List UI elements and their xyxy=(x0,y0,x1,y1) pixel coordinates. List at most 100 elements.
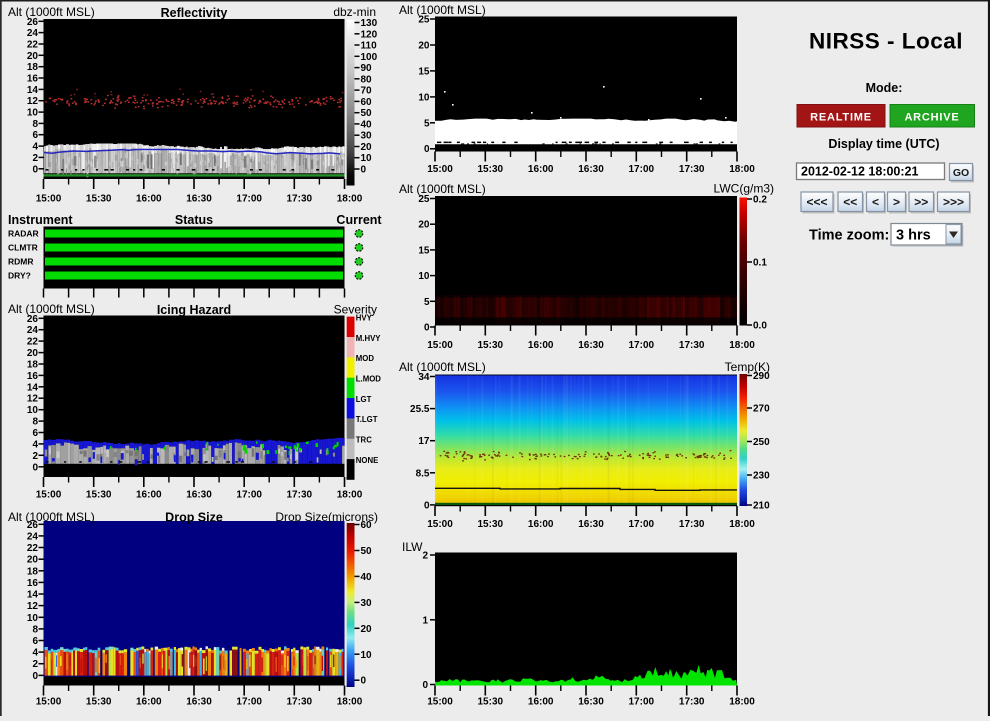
svg-text:12: 12 xyxy=(27,601,39,612)
svg-text:17:00: 17:00 xyxy=(629,519,655,530)
svg-text:120: 120 xyxy=(361,29,378,40)
svg-text:10: 10 xyxy=(361,650,373,661)
svg-text:50: 50 xyxy=(361,108,373,119)
svg-text:Instrument: Instrument xyxy=(8,213,73,227)
svg-text:270: 270 xyxy=(753,404,770,415)
svg-text:Alt (1000ft MSL): Alt (1000ft MSL) xyxy=(399,3,486,17)
svg-text:40: 40 xyxy=(361,119,373,130)
svg-text:15:00: 15:00 xyxy=(36,490,62,501)
svg-text:14: 14 xyxy=(27,85,39,96)
svg-text:8.5: 8.5 xyxy=(416,468,430,479)
svg-text:ARCHIVE: ARCHIVE xyxy=(904,112,959,124)
svg-text:M.HVY: M.HVY xyxy=(356,334,381,343)
svg-text:10: 10 xyxy=(361,153,373,164)
svg-text:20: 20 xyxy=(418,220,430,231)
svg-text:17:30: 17:30 xyxy=(287,490,313,501)
svg-text:8: 8 xyxy=(32,417,38,428)
svg-text:15:30: 15:30 xyxy=(478,340,504,351)
svg-text:>>: >> xyxy=(914,195,928,209)
svg-text:12: 12 xyxy=(27,394,39,405)
svg-text:15:30: 15:30 xyxy=(478,164,504,175)
svg-text:ILW: ILW xyxy=(402,540,423,554)
svg-text:20: 20 xyxy=(27,51,39,62)
svg-text:L.MOD: L.MOD xyxy=(356,375,381,384)
svg-text:20: 20 xyxy=(361,624,373,635)
svg-text:Alt (1000ft MSL): Alt (1000ft MSL) xyxy=(8,510,95,524)
svg-text:LWC(g/m3): LWC(g/m3) xyxy=(714,182,774,196)
svg-text:DRY?: DRY? xyxy=(8,270,31,280)
svg-text:100: 100 xyxy=(361,52,378,63)
svg-text:17:30: 17:30 xyxy=(287,194,313,205)
svg-text:Icing Hazard: Icing Hazard xyxy=(157,303,231,317)
svg-text:15:00: 15:00 xyxy=(36,697,62,708)
svg-text:Alt (1000ft MSL): Alt (1000ft MSL) xyxy=(399,182,486,196)
svg-text:110: 110 xyxy=(361,41,378,52)
svg-text:15:00: 15:00 xyxy=(427,519,453,530)
svg-text:130: 130 xyxy=(361,18,378,29)
svg-text:0: 0 xyxy=(361,165,367,176)
svg-text:20: 20 xyxy=(418,41,430,52)
svg-text:16: 16 xyxy=(27,74,39,85)
svg-text:RDMR: RDMR xyxy=(8,256,34,266)
svg-text:2: 2 xyxy=(32,451,38,462)
svg-text:16:30: 16:30 xyxy=(578,164,604,175)
svg-text:16:30: 16:30 xyxy=(578,340,604,351)
svg-text:20: 20 xyxy=(27,555,39,566)
svg-text:15:30: 15:30 xyxy=(478,519,504,530)
svg-text:16: 16 xyxy=(27,578,39,589)
svg-text:16:30: 16:30 xyxy=(186,490,212,501)
svg-text:3 hrs: 3 hrs xyxy=(896,228,931,244)
svg-text:16:00: 16:00 xyxy=(136,194,162,205)
svg-text:0.1: 0.1 xyxy=(753,258,767,269)
svg-text:NIRSS - Local: NIRSS - Local xyxy=(809,29,963,54)
svg-text:20: 20 xyxy=(27,348,39,359)
svg-text:17:00: 17:00 xyxy=(629,340,655,351)
svg-text:17:30: 17:30 xyxy=(287,697,313,708)
svg-text:17:30: 17:30 xyxy=(679,519,705,530)
svg-text:16: 16 xyxy=(27,371,39,382)
svg-text:>: > xyxy=(893,195,900,209)
svg-text:18: 18 xyxy=(27,360,39,371)
svg-text:15: 15 xyxy=(418,245,430,256)
svg-text:<<<: <<< xyxy=(806,195,827,209)
svg-text:12: 12 xyxy=(27,96,39,107)
svg-text:Alt (1000ft MSL): Alt (1000ft MSL) xyxy=(8,302,95,316)
svg-text:Mode:: Mode: xyxy=(866,81,903,95)
svg-text:17:00: 17:00 xyxy=(236,194,262,205)
svg-text:15:00: 15:00 xyxy=(427,697,453,708)
svg-text:Drop Size: Drop Size xyxy=(165,511,223,525)
svg-text:0: 0 xyxy=(32,671,38,682)
svg-text:Status: Status xyxy=(175,213,213,227)
svg-text:6: 6 xyxy=(32,130,38,141)
svg-text:17: 17 xyxy=(418,436,430,447)
svg-text:60: 60 xyxy=(361,97,373,108)
svg-text:16:00: 16:00 xyxy=(136,490,162,501)
svg-text:15:30: 15:30 xyxy=(86,194,112,205)
svg-text:2012-02-12 18:00:21: 2012-02-12 18:00:21 xyxy=(801,165,918,179)
svg-text:60: 60 xyxy=(361,520,373,531)
svg-text:17:30: 17:30 xyxy=(679,340,705,351)
svg-text:0: 0 xyxy=(361,676,367,687)
svg-text:4: 4 xyxy=(32,142,38,153)
svg-text:18:00: 18:00 xyxy=(729,697,755,708)
svg-text:10: 10 xyxy=(27,108,39,119)
svg-text:18:00: 18:00 xyxy=(729,519,755,530)
svg-text:24: 24 xyxy=(27,325,39,336)
svg-text:15:30: 15:30 xyxy=(86,697,112,708)
svg-text:290: 290 xyxy=(753,371,770,382)
svg-text:18:00: 18:00 xyxy=(337,194,363,205)
svg-text:22: 22 xyxy=(27,40,39,51)
svg-text:15:00: 15:00 xyxy=(427,340,453,351)
svg-text:Time zoom:: Time zoom: xyxy=(809,228,889,244)
svg-text:10: 10 xyxy=(418,271,430,282)
svg-text:16:00: 16:00 xyxy=(528,519,554,530)
svg-text:RADAR: RADAR xyxy=(8,228,39,238)
svg-text:30: 30 xyxy=(361,598,373,609)
svg-text:15:00: 15:00 xyxy=(427,164,453,175)
svg-text:Alt (1000ft MSL): Alt (1000ft MSL) xyxy=(8,5,95,19)
svg-text:REALTIME: REALTIME xyxy=(810,112,872,124)
svg-text:18:00: 18:00 xyxy=(337,697,363,708)
svg-text:24: 24 xyxy=(27,531,39,542)
svg-text:70: 70 xyxy=(361,86,373,97)
svg-text:17:00: 17:00 xyxy=(629,164,655,175)
